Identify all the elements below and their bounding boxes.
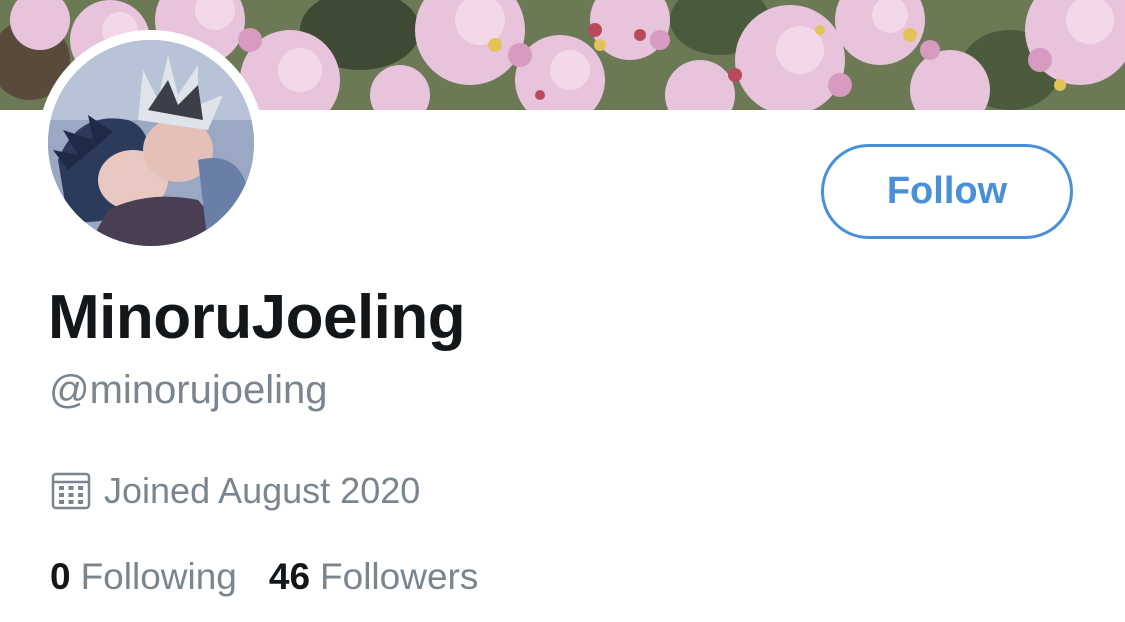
follow-button[interactable]: Follow — [821, 144, 1073, 239]
following-stat[interactable]: 0 Following — [50, 556, 237, 598]
followers-count: 46 — [268, 556, 311, 597]
followers-label: Followers — [320, 556, 479, 597]
followers-stat[interactable]: 46 Followers — [269, 556, 478, 598]
profile-screen: Follow MinoruJoeling @minorujoeling Join… — [0, 0, 1125, 622]
avatar-image — [48, 40, 254, 246]
joined-text: Joined August 2020 — [104, 470, 421, 511]
following-label: Following — [80, 556, 237, 597]
user-handle: @minorujoeling — [49, 368, 328, 412]
following-count: 0 — [50, 556, 71, 597]
calendar-icon — [50, 470, 92, 512]
avatar[interactable] — [38, 30, 264, 256]
joined-date: Joined August 2020 — [50, 470, 420, 512]
follow-stats: 0 Following 46 Followers — [50, 556, 478, 598]
display-name: MinoruJoeling — [48, 283, 466, 352]
